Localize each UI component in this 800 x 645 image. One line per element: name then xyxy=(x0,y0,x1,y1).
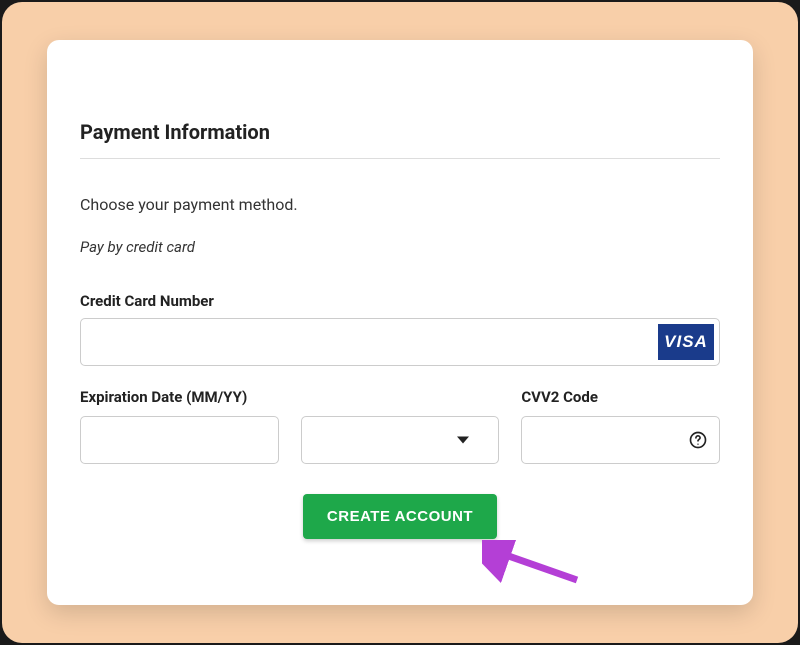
payment-card: Payment Information Choose your payment … xyxy=(47,40,753,605)
section-title: Payment Information xyxy=(80,120,720,144)
expiry-cvv-row: Expiration Date (MM/YY) CVV2 Code xyxy=(80,388,720,464)
card-number-input[interactable] xyxy=(80,318,720,366)
exp-select-input[interactable] xyxy=(301,416,500,464)
button-row: CREATE ACCOUNT xyxy=(80,494,720,539)
exp-date-col: Expiration Date (MM/YY) xyxy=(80,388,279,464)
exp-select-col xyxy=(301,388,500,464)
cvv-wrap xyxy=(521,416,720,464)
instruction-text: Choose your payment method. xyxy=(80,195,720,214)
card-number-wrap: VISA xyxy=(80,318,720,366)
help-icon[interactable] xyxy=(688,430,708,450)
visa-icon: VISA xyxy=(658,324,714,360)
divider xyxy=(80,158,720,159)
exp-date-input[interactable] xyxy=(80,416,279,464)
cvv-label: CVV2 Code xyxy=(521,388,720,408)
chevron-down-icon xyxy=(457,437,469,444)
page-background: Payment Information Choose your payment … xyxy=(2,2,798,643)
create-account-button[interactable]: CREATE ACCOUNT xyxy=(303,494,497,539)
exp-date-label: Expiration Date (MM/YY) xyxy=(80,388,279,408)
exp-select-wrap xyxy=(301,416,500,464)
exp-select-label xyxy=(301,388,500,408)
cvv-col: CVV2 Code xyxy=(521,388,720,464)
payment-method-note: Pay by credit card xyxy=(80,238,720,256)
card-number-label: Credit Card Number xyxy=(80,292,720,310)
